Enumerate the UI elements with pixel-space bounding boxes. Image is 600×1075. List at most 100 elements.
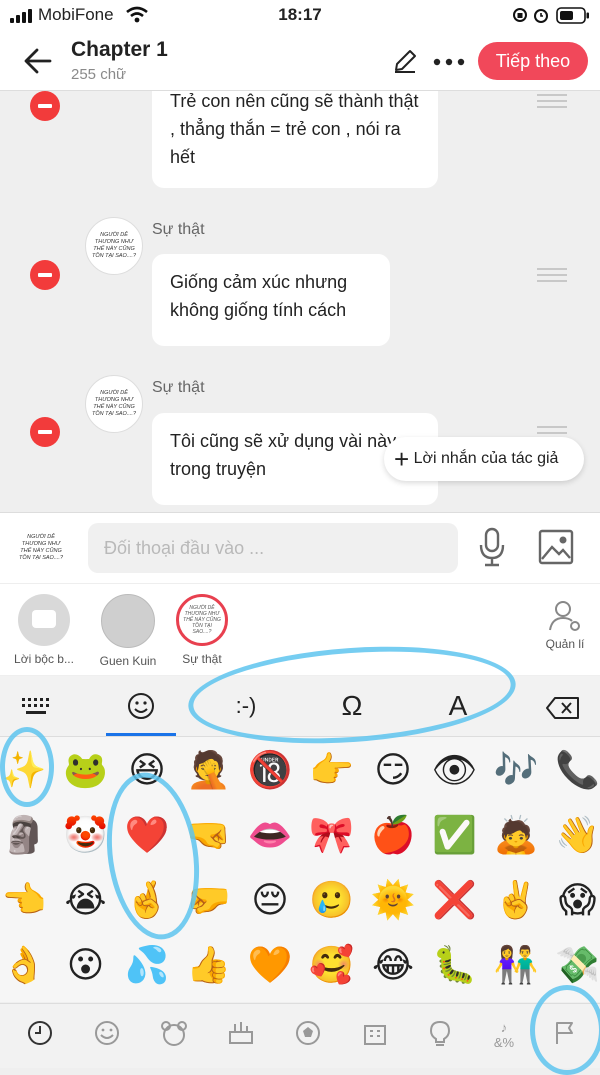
narrator-icon <box>18 594 70 646</box>
emoji-key[interactable]: 🥲 <box>307 875 357 925</box>
emoji-key[interactable]: ❌ <box>430 875 480 925</box>
emoji-key[interactable]: 🤜 <box>184 810 234 860</box>
keyboard-icon[interactable] <box>20 696 52 718</box>
bear-icon[interactable] <box>159 1020 189 1050</box>
drag-handle-icon[interactable] <box>537 94 567 108</box>
character-name: Lời bộc b... <box>14 652 74 666</box>
edit-pencil-icon[interactable] <box>392 48 418 74</box>
emoji-key[interactable]: 🍎 <box>368 810 418 860</box>
microphone-icon[interactable] <box>477 527 507 567</box>
author-note-button[interactable]: + Lời nhắn của tác giả <box>384 437 584 481</box>
emoticon-tab[interactable]: :-) <box>216 686 276 726</box>
emoji-key[interactable]: ✌️ <box>491 875 541 925</box>
more-options-icon[interactable] <box>433 58 465 66</box>
emoji-key[interactable]: 🤡 <box>61 810 111 860</box>
emoji-key[interactable]: ✅ <box>430 810 480 860</box>
emoji-key[interactable]: 🤞 <box>122 875 172 925</box>
emoji-key[interactable]: 💸 <box>553 940 600 990</box>
smiley-icon[interactable] <box>92 1020 122 1050</box>
emoji-key[interactable]: 🥰 <box>307 940 357 990</box>
emoji-key[interactable]: ✨ <box>0 745 49 795</box>
author-note-label: Lời nhắn của tác giả <box>414 450 559 467</box>
emoji-key[interactable]: 🗿 <box>0 810 49 860</box>
avatar: NGƯỜI DỄ THƯƠNG NHƯ THẾ NÀY CŨNG TỒN TẠI… <box>85 375 143 433</box>
dialogue-input[interactable] <box>88 523 458 573</box>
emoji-key[interactable]: 🎀 <box>307 810 357 860</box>
emoji-key[interactable]: 🙇 <box>491 810 541 860</box>
emoji-key[interactable]: 🐸 <box>61 745 111 795</box>
emoji-key[interactable]: 👌 <box>0 940 49 990</box>
speaker-name: Sự thật <box>152 379 205 397</box>
drag-handle-icon[interactable] <box>537 268 567 282</box>
emoji-key[interactable]: 🤛 <box>184 875 234 925</box>
emoji-key[interactable]: 🐛 <box>430 940 480 990</box>
manage-user-icon <box>547 598 583 634</box>
top-bar: Chapter 1 255 chữ Tiếp theo <box>0 32 600 91</box>
character-name: Guen Kuin <box>100 654 157 668</box>
ball-icon[interactable] <box>293 1020 323 1050</box>
current-speaker-avatar[interactable]: NGƯỜI DỄ THƯƠNG NHƯ THẾ NÀY CŨNG TỒN TẠI… <box>14 521 68 575</box>
emoji-key[interactable]: 👄 <box>245 810 295 860</box>
page-title: Chapter 1 <box>71 38 168 62</box>
symbols-icon[interactable]: ♪&% <box>489 1020 519 1050</box>
next-button[interactable]: Tiếp theo <box>478 42 588 80</box>
emoji-key[interactable]: ❤️ <box>122 810 172 860</box>
emoji-key[interactable]: 👍 <box>184 940 234 990</box>
emoji-key[interactable]: 😂 <box>368 940 418 990</box>
keyboard-tab-bar: :-) Ω A <box>0 676 600 737</box>
character-item[interactable]: NGƯỜI DỄ THƯƠNG NHƯ THẾ NÀY CŨNG TỒN TẠI… <box>162 594 242 666</box>
character-avatar-selected: NGƯỜI DỄ THƯƠNG NHƯ THẾ NÀY CŨNG TỒN TẠI… <box>176 594 228 646</box>
emoji-key[interactable]: 🔞 <box>245 745 295 795</box>
message-bubble[interactable]: Giống cảm xúc nhưng không giống tính các… <box>152 254 390 346</box>
battery-icon <box>556 7 590 24</box>
emoji-tab[interactable] <box>106 686 176 736</box>
emoji-key[interactable]: 😆 <box>122 745 172 795</box>
rotation-lock-icon <box>512 7 528 23</box>
alarm-icon <box>533 6 549 24</box>
emoji-key[interactable]: 💦 <box>122 940 172 990</box>
emoji-key[interactable]: 🎶 <box>491 745 541 795</box>
message-text: Giống cảm xúc nhưng không giống tính các… <box>170 272 347 320</box>
emoji-key[interactable]: 😮 <box>61 940 111 990</box>
emoji-key[interactable]: 🌞 <box>368 875 418 925</box>
smiley-icon <box>127 692 155 720</box>
character-item[interactable]: Guen Kuin <box>88 594 168 668</box>
character-item[interactable]: Lời bộc b... <box>4 594 84 666</box>
food-icon[interactable] <box>226 1020 256 1050</box>
message-bubble[interactable]: Trẻ con nên cũng sẽ thành thật , thẳng t… <box>152 91 438 188</box>
backspace-icon[interactable] <box>545 696 581 720</box>
emoji-key[interactable]: 👋 <box>553 810 600 860</box>
emoji-key[interactable]: 😏 <box>368 745 418 795</box>
delete-message-button[interactable] <box>30 417 60 447</box>
delete-message-button[interactable] <box>30 91 60 121</box>
building-icon[interactable] <box>360 1020 390 1050</box>
emoji-key[interactable]: 😭 <box>61 875 111 925</box>
fonts-tab[interactable]: A <box>428 686 488 726</box>
symbols-tab[interactable]: Ω <box>322 686 382 726</box>
bulb-icon[interactable] <box>425 1020 455 1050</box>
emoji-key[interactable]: 😱 <box>553 875 600 925</box>
emoji-key[interactable]: 🤦 <box>184 745 234 795</box>
emoji-grid: ✨🐸😆🤦🔞👉😏👁🎶📞 🗿🤡❤️🤜👄🎀🍎✅🙇👋 👈😭🤞🤛😔🥲🌞❌✌️😱 👌😮💦👍🧡🥰😂🐛… <box>0 737 600 1002</box>
clock-time: 18:17 <box>0 5 600 25</box>
emoji-key[interactable]: 🧡 <box>245 940 295 990</box>
emoji-key[interactable]: 👁 <box>430 745 480 795</box>
manage-button[interactable]: Quản lí <box>525 598 600 651</box>
image-icon[interactable] <box>538 529 574 565</box>
back-arrow-icon[interactable] <box>24 48 52 74</box>
emoji-key[interactable]: 📞 <box>553 745 600 795</box>
input-row: NGƯỜI DỄ THƯƠNG NHƯ THẾ NÀY CŨNG TỒN TẠI… <box>0 512 600 583</box>
emoji-key[interactable]: 👫 <box>491 940 541 990</box>
character-row: Lời bộc b... Guen Kuin NGƯỜI DỄ THƯƠNG N… <box>0 583 600 675</box>
emoji-key[interactable]: 👉 <box>307 745 357 795</box>
emoji-category-bar: ♪&% <box>0 1003 600 1068</box>
character-avatar <box>101 594 155 648</box>
emoji-key[interactable]: 👈 <box>0 875 49 925</box>
emoji-key[interactable]: 😔 <box>245 875 295 925</box>
word-count: 255 chữ <box>71 66 126 83</box>
flag-icon[interactable] <box>550 1020 580 1050</box>
message-text: Tôi cũng sẽ xử dụng vài này trong truyện <box>170 431 396 479</box>
message-text: Trẻ con nên cũng sẽ thành thật , thẳng t… <box>170 91 419 167</box>
delete-message-button[interactable] <box>30 260 60 290</box>
clock-icon[interactable] <box>25 1020 55 1050</box>
